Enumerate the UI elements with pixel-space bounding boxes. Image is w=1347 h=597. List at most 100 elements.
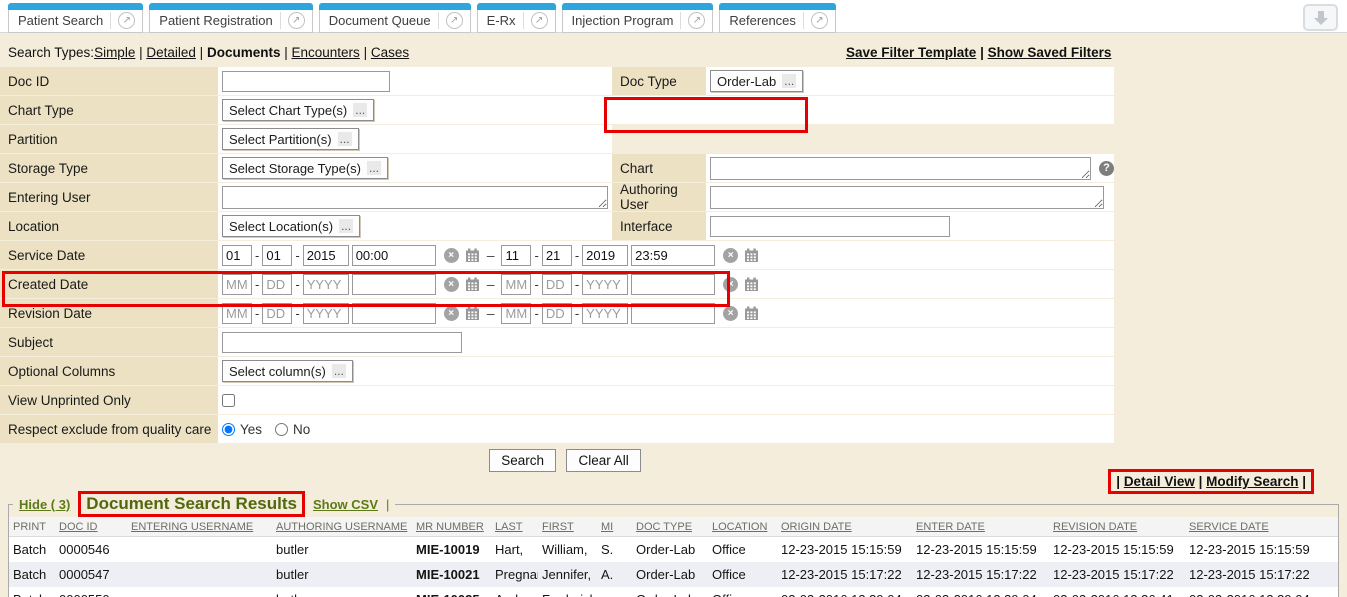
revision-to-year-input[interactable] bbox=[582, 303, 628, 324]
col-origin-date-sort[interactable]: ORIGIN DATE bbox=[781, 521, 852, 533]
search-button[interactable]: Search bbox=[489, 449, 556, 472]
col-mr-number-sort[interactable]: MR NUMBER bbox=[416, 521, 484, 533]
interface-input[interactable] bbox=[710, 216, 950, 237]
doc-id-input[interactable] bbox=[222, 71, 390, 92]
search-type-detailed[interactable]: Detailed bbox=[146, 45, 196, 60]
optional-columns-select-button[interactable]: Select column(s)... bbox=[222, 360, 353, 382]
col-entering-username-sort[interactable]: ENTERING USERNAME bbox=[131, 521, 253, 533]
save-filter-template-link[interactable]: Save Filter Template bbox=[846, 45, 976, 60]
calendar-icon[interactable] bbox=[744, 277, 759, 292]
calendar-icon[interactable] bbox=[744, 248, 759, 263]
created-to-month-input[interactable] bbox=[501, 274, 531, 295]
calendar-icon[interactable] bbox=[465, 306, 480, 321]
revision-from-time-input[interactable] bbox=[352, 303, 436, 324]
show-saved-filters-link[interactable]: Show Saved Filters bbox=[988, 45, 1112, 60]
service-from-time-input[interactable] bbox=[352, 245, 436, 266]
col-revision-date-sort[interactable]: REVISION DATE bbox=[1053, 521, 1137, 533]
open-new-window-icon[interactable]: ↗ bbox=[811, 12, 828, 29]
service-from-day-input[interactable] bbox=[262, 245, 292, 266]
respect-exclude-yes-radio[interactable] bbox=[222, 423, 235, 436]
open-new-window-icon[interactable]: ↗ bbox=[118, 12, 135, 29]
col-doc-type-sort[interactable]: DOC TYPE bbox=[636, 521, 692, 533]
clear-date-icon[interactable]: × bbox=[723, 277, 738, 292]
revision-from-day-input[interactable] bbox=[262, 303, 292, 324]
subject-input[interactable] bbox=[222, 332, 462, 353]
authoring-user-input[interactable] bbox=[710, 186, 1104, 209]
created-to-day-input[interactable] bbox=[542, 274, 572, 295]
open-new-window-icon[interactable]: ↗ bbox=[288, 12, 305, 29]
doc-type-select-button[interactable]: Order-Lab... bbox=[710, 70, 803, 92]
detail-view-link[interactable]: Detail View bbox=[1124, 474, 1195, 489]
tab-references[interactable]: References↗ bbox=[719, 3, 835, 33]
col-authoring-username-sort[interactable]: AUTHORING USERNAME bbox=[276, 521, 407, 533]
clear-date-icon[interactable]: × bbox=[723, 248, 738, 263]
open-new-window-icon[interactable]: ↗ bbox=[446, 12, 463, 29]
view-unprinted-checkbox[interactable] bbox=[222, 394, 235, 407]
open-new-window-icon[interactable]: ↗ bbox=[531, 12, 548, 29]
location-select-button[interactable]: Select Location(s)... bbox=[222, 215, 360, 237]
col-service-date-sort[interactable]: SERVICE DATE bbox=[1189, 521, 1269, 533]
separator: | bbox=[200, 45, 204, 60]
cell-print[interactable]: Batch bbox=[9, 537, 55, 563]
partition-select-button[interactable]: Select Partition(s)... bbox=[222, 128, 359, 150]
tab-document-queue[interactable]: Document Queue↗ bbox=[319, 3, 471, 33]
entering-user-input[interactable] bbox=[222, 186, 608, 209]
open-new-window-icon[interactable]: ↗ bbox=[688, 12, 705, 29]
modify-search-link[interactable]: Modify Search bbox=[1206, 474, 1298, 489]
created-to-time-input[interactable] bbox=[631, 274, 715, 295]
table-row[interactable]: Batch 0000547 butler MIE-10021 Pregnant,… bbox=[9, 562, 1338, 587]
created-from-year-input[interactable] bbox=[303, 274, 349, 295]
created-from-month-input[interactable] bbox=[222, 274, 252, 295]
storage-type-select-button[interactable]: Select Storage Type(s)... bbox=[222, 157, 388, 179]
table-row[interactable]: Batch 0000546 butler MIE-10019 Hart, Wil… bbox=[9, 537, 1338, 563]
tab-e-rx[interactable]: E-Rx↗ bbox=[477, 3, 556, 33]
clear-date-icon[interactable]: × bbox=[444, 306, 459, 321]
revision-from-year-input[interactable] bbox=[303, 303, 349, 324]
service-to-time-input[interactable] bbox=[631, 245, 715, 266]
service-from-year-input[interactable] bbox=[303, 245, 349, 266]
search-type-cases[interactable]: Cases bbox=[371, 45, 409, 60]
tab-patient-registration[interactable]: Patient Registration↗ bbox=[149, 3, 312, 33]
table-row[interactable]: Batch 0000550 butler MIE-10025 Anderson,… bbox=[9, 587, 1338, 597]
revision-to-day-input[interactable] bbox=[542, 303, 572, 324]
tab-patient-search[interactable]: Patient Search↗ bbox=[8, 3, 143, 33]
clear-all-button[interactable]: Clear All bbox=[566, 449, 640, 472]
hide-results-link[interactable]: Hide ( 3) bbox=[19, 497, 70, 512]
chart-type-select-button[interactable]: Select Chart Type(s)... bbox=[222, 99, 374, 121]
tab-divider bbox=[280, 12, 281, 29]
created-from-time-input[interactable] bbox=[352, 274, 436, 295]
clear-date-icon[interactable]: × bbox=[444, 248, 459, 263]
revision-to-month-input[interactable] bbox=[501, 303, 531, 324]
tab-injection-program[interactable]: Injection Program↗ bbox=[562, 3, 714, 33]
calendar-icon[interactable] bbox=[744, 306, 759, 321]
col-doc-id-sort[interactable]: DOC ID bbox=[59, 521, 98, 533]
clear-date-icon[interactable]: × bbox=[723, 306, 738, 321]
service-to-month-input[interactable] bbox=[501, 245, 531, 266]
cell-print[interactable]: Batch bbox=[9, 562, 55, 587]
calendar-icon[interactable] bbox=[465, 277, 480, 292]
created-to-year-input[interactable] bbox=[582, 274, 628, 295]
chart-input[interactable] bbox=[710, 157, 1091, 180]
clear-date-icon[interactable]: × bbox=[444, 277, 459, 292]
service-to-day-input[interactable] bbox=[542, 245, 572, 266]
chart-type-label: Chart Type bbox=[0, 96, 218, 124]
search-type-encounters[interactable]: Encounters bbox=[292, 45, 360, 60]
ellipsis-icon: ... bbox=[332, 364, 346, 378]
created-from-day-input[interactable] bbox=[262, 274, 292, 295]
show-csv-link[interactable]: Show CSV bbox=[313, 497, 378, 512]
cell-print[interactable]: Batch bbox=[9, 587, 55, 597]
col-first-sort[interactable]: FIRST bbox=[542, 521, 574, 533]
collapse-toolbar-button[interactable] bbox=[1303, 4, 1338, 31]
col-location-sort[interactable]: LOCATION bbox=[712, 521, 767, 533]
respect-exclude-no-radio[interactable] bbox=[275, 423, 288, 436]
revision-from-month-input[interactable] bbox=[222, 303, 252, 324]
col-enter-date-sort[interactable]: ENTER DATE bbox=[916, 521, 985, 533]
revision-to-time-input[interactable] bbox=[631, 303, 715, 324]
col-mi-sort[interactable]: MI bbox=[601, 521, 613, 533]
help-icon[interactable]: ? bbox=[1099, 161, 1114, 176]
calendar-icon[interactable] bbox=[465, 248, 480, 263]
col-last-sort[interactable]: LAST bbox=[495, 521, 523, 533]
search-type-simple[interactable]: Simple bbox=[94, 45, 135, 60]
service-to-year-input[interactable] bbox=[582, 245, 628, 266]
service-from-month-input[interactable] bbox=[222, 245, 252, 266]
